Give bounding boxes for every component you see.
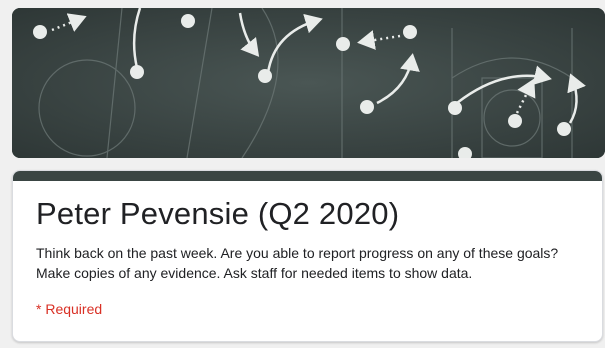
- header-banner-image: [12, 8, 605, 158]
- required-indicator: * Required: [36, 301, 103, 317]
- form-description: Think back on the past week. Are you abl…: [36, 245, 559, 281]
- theme-color-bar: [13, 171, 602, 181]
- form-title: Peter Pevensie (Q2 2020): [36, 196, 400, 231]
- form-header-card: Peter Pevensie (Q2 2020) Think back on t…: [12, 170, 603, 342]
